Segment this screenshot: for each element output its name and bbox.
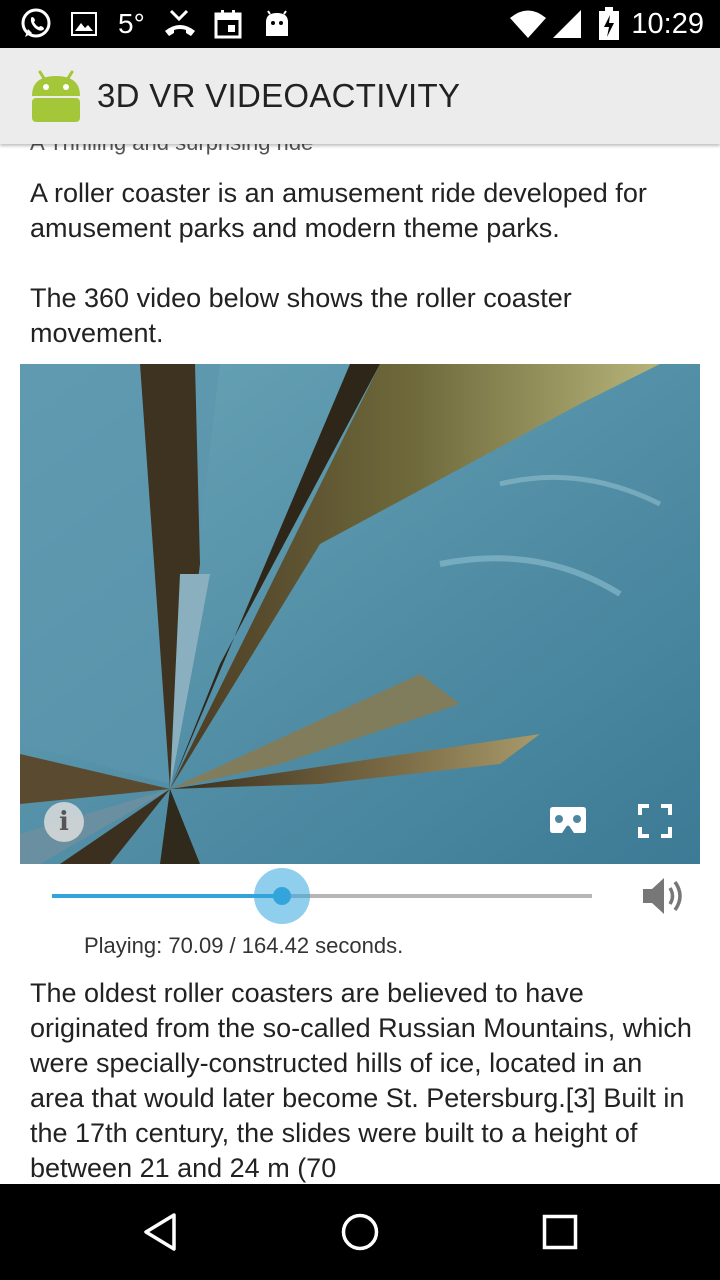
signal-icon: [550, 8, 584, 40]
back-icon[interactable]: [130, 1208, 190, 1256]
video-frame: [20, 364, 700, 864]
home-icon[interactable]: [330, 1208, 390, 1256]
recents-icon[interactable]: [530, 1208, 590, 1256]
playback-status: Playing: 70.09 / 164.42 seconds.: [84, 933, 404, 958]
whatsapp-icon: [18, 8, 54, 40]
navigation-bar: [0, 1184, 720, 1280]
temperature-text: 5°: [118, 8, 145, 39]
wifi-icon: [508, 8, 548, 40]
action-bar: 3D VR VIDEOACTIVITY: [0, 48, 720, 144]
image-icon: [70, 8, 98, 40]
seek-thumb[interactable]: [273, 887, 291, 905]
webview-content[interactable]: A Thrilling and surprising ride A roller…: [0, 144, 720, 1184]
vr-video-view[interactable]: i: [20, 364, 700, 864]
body-paragraph: The oldest roller coasters are believed …: [30, 978, 692, 1183]
cardboard-icon[interactable]: [548, 806, 588, 836]
seek-progress: [52, 894, 282, 898]
volume-icon[interactable]: [640, 874, 686, 918]
cut-off-subtitle: A Thrilling and surprising ride: [30, 144, 313, 156]
android-debug-icon: [262, 8, 292, 40]
seek-bar[interactable]: [52, 868, 592, 924]
fullscreen-icon[interactable]: [638, 804, 672, 838]
android-robot-icon: [28, 66, 84, 126]
battery-icon: [596, 7, 622, 40]
clock: 10:29: [631, 8, 704, 40]
app-title: 3D VR VIDEOACTIVITY: [97, 77, 461, 114]
intro-paragraph-2: The 360 video below shows the roller coa…: [30, 283, 572, 348]
intro-paragraph-1: A roller coaster is an amusement ride de…: [30, 178, 647, 243]
info-icon[interactable]: i: [44, 802, 84, 842]
status-bar: 5° 10:29: [0, 0, 720, 48]
calendar-icon: [212, 8, 244, 40]
missed-call-icon: [162, 8, 198, 40]
